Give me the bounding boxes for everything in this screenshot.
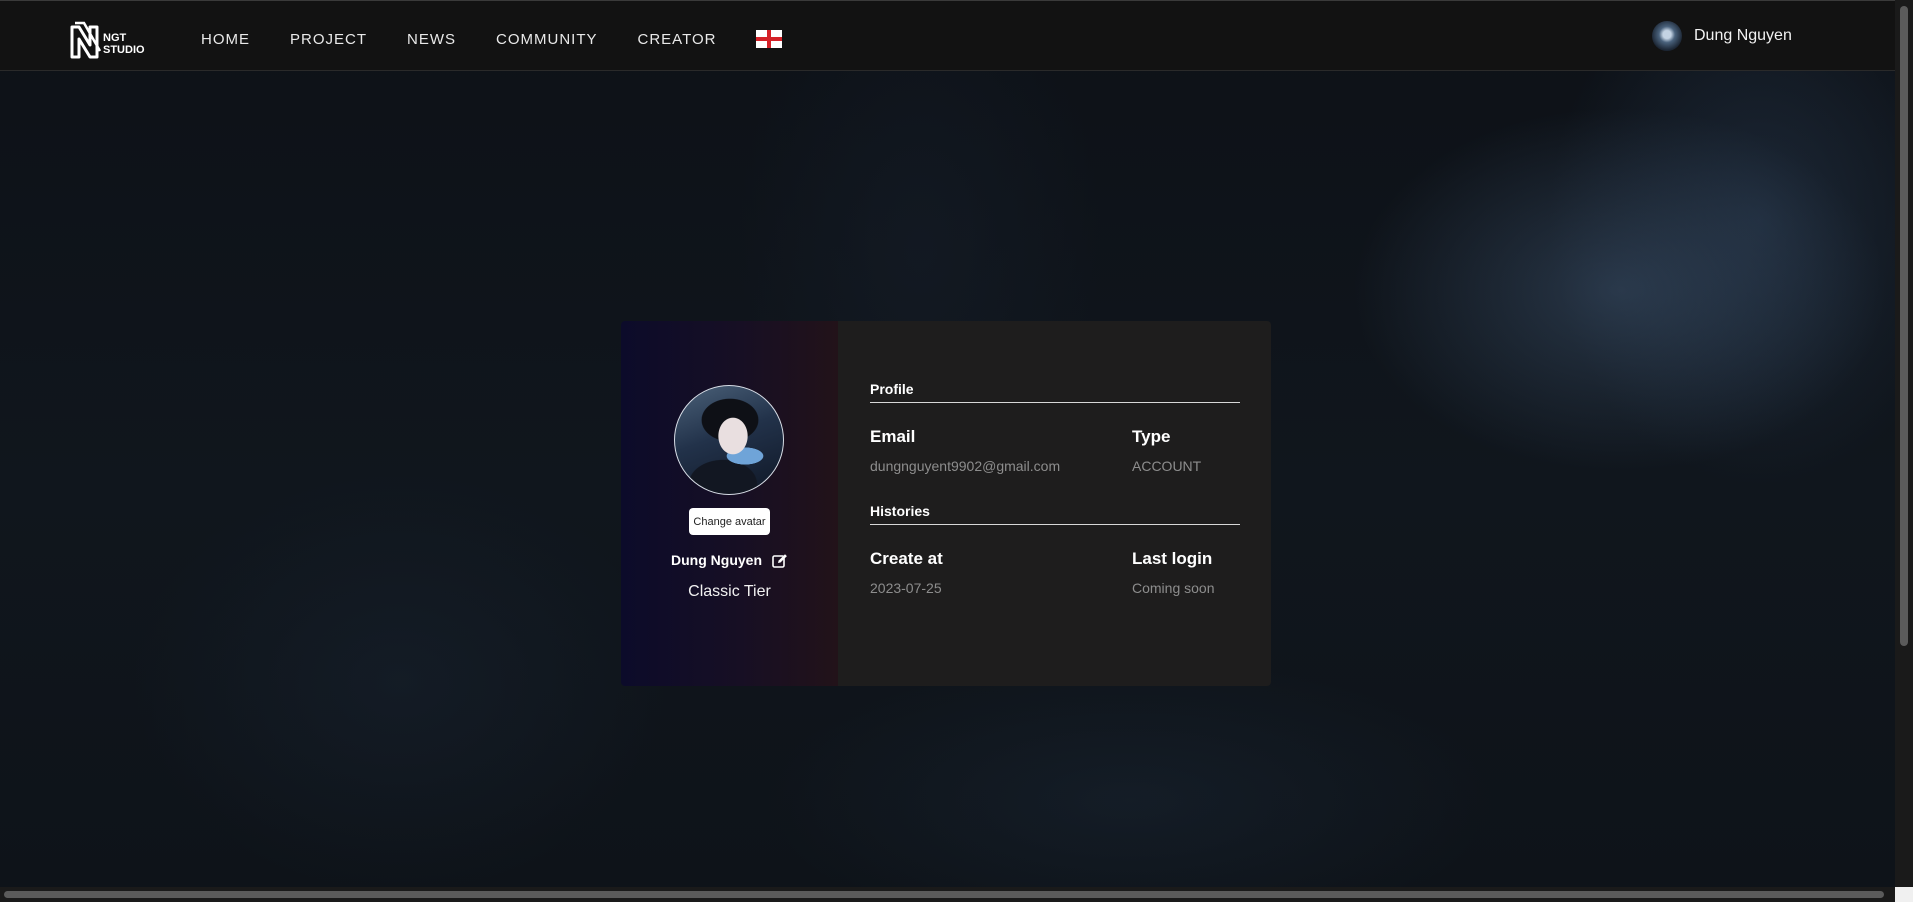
last-login-label: Last login — [1132, 549, 1213, 568]
histories-divider — [870, 524, 1240, 525]
type-value: ACCOUNT — [1132, 458, 1202, 474]
display-name: Dung Nguyen — [671, 552, 762, 568]
scrollbar-corner — [1895, 887, 1913, 902]
nav-project[interactable]: PROJECT — [290, 31, 367, 48]
main-nav: HOME PROJECT NEWS COMMUNITY CREATOR — [201, 30, 783, 48]
email-label: Email — [870, 427, 916, 446]
horizontal-scrollbar[interactable] — [0, 887, 1895, 902]
profile-section-title: Profile — [870, 381, 914, 397]
logo-text-line1: NGT — [103, 32, 127, 44]
user-menu-name: Dung Nguyen — [1694, 27, 1792, 44]
nav-community[interactable]: COMMUNITY — [496, 31, 598, 48]
england-flag-icon[interactable] — [756, 30, 783, 48]
profile-avatar — [674, 385, 784, 495]
profile-details: Profile Email dungnguyent9902@gmail.com … — [838, 321, 1271, 686]
profile-card-sidebar: Change avatar Dung Nguyen Classic Tier — [621, 321, 838, 686]
profile-card: Change avatar Dung Nguyen Classic Tier P… — [621, 321, 1271, 686]
vertical-scroll-thumb[interactable] — [1900, 6, 1908, 646]
brand-logo[interactable]: NGT STUDIO — [70, 21, 150, 63]
profile-divider — [870, 402, 1240, 403]
email-value: dungnguyent9902@gmail.com — [870, 458, 1061, 474]
created-value: 2023-07-25 — [870, 580, 942, 596]
type-label: Type — [1132, 427, 1171, 446]
created-label: Create at — [870, 549, 943, 568]
edit-icon[interactable] — [772, 553, 788, 568]
top-navbar: NGT STUDIO HOME PROJECT NEWS COMMUNITY C… — [0, 0, 1895, 71]
flag-cross-vertical — [767, 30, 772, 48]
display-name-row: Dung Nguyen — [621, 552, 838, 568]
tier-label: Classic Tier — [688, 583, 771, 600]
nav-home[interactable]: HOME — [201, 31, 250, 48]
nav-news[interactable]: NEWS — [407, 31, 456, 48]
last-login-value: Coming soon — [1132, 580, 1215, 596]
vertical-scrollbar[interactable] — [1895, 0, 1913, 887]
histories-section-title: Histories — [870, 503, 930, 519]
user-menu[interactable]: Dung Nguyen — [1652, 21, 1792, 51]
nav-creator[interactable]: CREATOR — [638, 31, 717, 48]
change-avatar-button[interactable]: Change avatar — [689, 508, 770, 535]
horizontal-scroll-thumb[interactable] — [4, 891, 1884, 898]
user-avatar-icon — [1652, 21, 1682, 51]
logo-text-line2: STUDIO — [103, 44, 145, 56]
